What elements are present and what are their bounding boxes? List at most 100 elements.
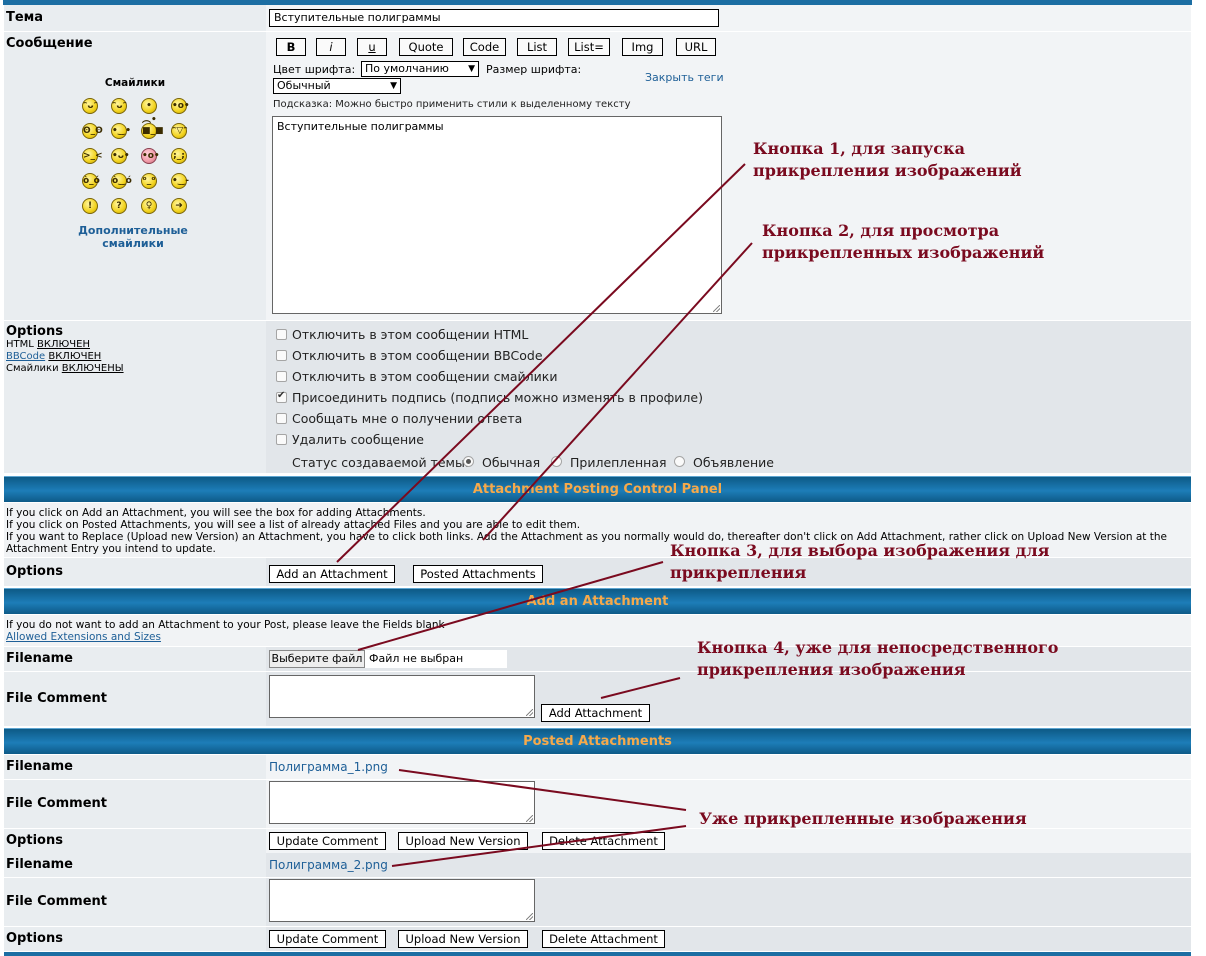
- attach-info-line: If you click on Posted Attachments, you …: [6, 519, 581, 531]
- add-comment-textarea[interactable]: [269, 675, 535, 718]
- update-comment-button[interactable]: Update Comment: [269, 930, 386, 948]
- confused-icon[interactable]: ʘ_ʘ: [82, 123, 103, 139]
- bottom-bar: [4, 952, 1191, 956]
- mad-icon[interactable]: >_<: [82, 148, 103, 164]
- bbcode-status: BBCode ВКЛЮЧЕН: [6, 351, 266, 363]
- code-button[interactable]: Code: [463, 38, 506, 56]
- bold-button[interactable]: B: [276, 38, 306, 56]
- url-button[interactable]: URL: [676, 38, 716, 56]
- chevron-down-icon: ▼: [468, 64, 475, 74]
- tongue-icon[interactable]: •ᴗ•: [111, 148, 130, 164]
- delete-attachment-button[interactable]: Delete Attachment: [542, 930, 665, 948]
- posted-comment-label: File Comment: [4, 878, 266, 926]
- subject-input[interactable]: Вступительные полиграммы: [269, 9, 719, 27]
- annotation-2: Кнопка 2, для просмотра прикрепленных из…: [762, 220, 1044, 264]
- posted-options-row: Options Update Comment Upload New Versio…: [4, 829, 1191, 853]
- smilies-status-name: Смайлики: [6, 363, 59, 374]
- question-icon[interactable]: ?: [111, 198, 127, 214]
- resize-grip-icon[interactable]: [526, 815, 533, 822]
- smilies-title: Смайлики: [104, 77, 166, 89]
- add-attachment-toggle-button[interactable]: Add an Attachment: [269, 565, 395, 583]
- arrow-icon[interactable]: ➜: [171, 198, 187, 214]
- annotation-1-line: прикрепления изображений: [753, 161, 1022, 180]
- posted-options-label: Options: [4, 829, 266, 853]
- evil-icon[interactable]: ò_ó: [82, 173, 100, 189]
- message-textarea[interactable]: Вступительные полиграммы: [272, 116, 722, 314]
- delete-post-checkbox[interactable]: [276, 434, 287, 445]
- embarrassed-icon[interactable]: •o•: [141, 148, 160, 164]
- smile-icon[interactable]: ᵔᴗᵔ: [111, 98, 127, 114]
- cool-icon[interactable]: ■_■: [141, 123, 164, 139]
- posted-attachments-toggle-button[interactable]: Posted Attachments: [413, 565, 543, 583]
- notify-reply-checkbox[interactable]: [276, 413, 287, 424]
- crying-icon[interactable]: ;_;: [171, 148, 187, 164]
- close-tags-link[interactable]: Закрыть теги: [645, 71, 724, 84]
- posted-attachments-header: Posted Attachments: [4, 728, 1191, 754]
- laugh-icon[interactable]: ᵔ▽ᵔ: [171, 123, 188, 139]
- disable-smilies-checkbox[interactable]: [276, 371, 287, 382]
- upload-new-version-button[interactable]: Upload New Version: [398, 930, 528, 948]
- annotation-3: Кнопка 3, для выбора изображения для при…: [670, 540, 1049, 584]
- resize-grip-icon[interactable]: [526, 709, 533, 716]
- status-announcement-radio[interactable]: [674, 456, 685, 467]
- posted-options-cell: Update Comment Upload New Version Delete…: [266, 829, 1191, 853]
- posted-filename-link[interactable]: Полиграмма_2.png: [269, 858, 388, 872]
- shocked-icon[interactable]: •o•: [171, 98, 190, 114]
- posted-comment-cell: [266, 878, 1191, 926]
- list-button[interactable]: List: [517, 38, 557, 56]
- update-comment-button[interactable]: Update Comment: [269, 832, 386, 850]
- disable-html-label: Отключить в этом сообщении HTML: [292, 327, 529, 342]
- add-attachment-submit-button[interactable]: Add Attachment: [541, 704, 650, 722]
- more-smilies-link[interactable]: Дополнительные смайлики: [74, 224, 192, 250]
- status-sticky-radio[interactable]: [551, 456, 562, 467]
- annotation-2-line: прикрепленных изображений: [762, 243, 1045, 262]
- posted-comment-textarea[interactable]: [269, 781, 535, 824]
- attach-signature-label: Присоединить подпись (подпись можно изме…: [292, 390, 703, 405]
- posted-filename-link[interactable]: Полиграмма_1.png: [269, 760, 388, 774]
- bbcode-link[interactable]: BBCode: [6, 351, 45, 362]
- font-color-value: По умолчанию: [365, 62, 449, 75]
- annotation-3-line: Кнопка 3, для выбора изображения для: [670, 541, 1050, 560]
- rolleyes-icon[interactable]: ᵒ_ᵒ: [141, 173, 157, 189]
- font-size-select[interactable]: Обычный ▼: [273, 78, 401, 94]
- ordered-list-button[interactable]: List=: [568, 38, 610, 56]
- posted-options-label: Options: [4, 927, 266, 951]
- message-text: Вступительные полиграммы: [277, 120, 444, 133]
- smile-icon[interactable]: ᵔᴗᵔ: [82, 98, 98, 114]
- delete-attachment-button[interactable]: Delete Attachment: [542, 832, 665, 850]
- no-file-text: Файл не выбран: [369, 652, 464, 665]
- font-color-label: Цвет шрифта:: [273, 63, 356, 76]
- resize-grip-icon[interactable]: [526, 913, 533, 920]
- annotation-5: Уже прикрепленные изображения: [699, 809, 1027, 828]
- exclaim-icon[interactable]: !: [82, 198, 98, 214]
- twisted-icon[interactable]: ò‿ó: [111, 173, 132, 189]
- wink-icon[interactable]: •‿-: [171, 173, 189, 189]
- smilies-status-state: ВКЛЮЧЕНЫ: [61, 363, 124, 374]
- resize-grip-icon[interactable]: [713, 305, 720, 312]
- annotation-1: Кнопка 1, для запуска прикрепления изобр…: [753, 138, 1022, 182]
- posted-comment-textarea[interactable]: [269, 879, 535, 922]
- file-picker: Выберите файл Файл не выбран: [269, 650, 507, 668]
- posted-filename-cell: Полиграмма_1.png: [266, 755, 1191, 779]
- attach-signature-checkbox[interactable]: [276, 390, 287, 403]
- disable-html-checkbox[interactable]: [276, 329, 287, 340]
- idea-icon[interactable]: ♀: [141, 198, 157, 214]
- upload-new-version-button[interactable]: Upload New Version: [398, 832, 528, 850]
- status-normal-label: Обычная: [482, 455, 541, 470]
- neutral-icon[interactable]: •‿•: [111, 123, 131, 139]
- posted-options-cell: Update Comment Upload New Version Delete…: [266, 927, 1191, 951]
- italic-button[interactable]: i: [316, 38, 346, 56]
- options-cell: Отключить в этом сообщении HTML Отключит…: [266, 321, 1191, 473]
- chevron-down-icon: ▼: [390, 81, 397, 91]
- status-sticky-label: Прилепленная: [570, 455, 667, 470]
- image-button[interactable]: Img: [622, 38, 663, 56]
- add-attachment-note: If you do not want to add an Attachment …: [6, 619, 445, 631]
- sad-icon[interactable]: •︵•: [141, 98, 157, 125]
- notify-reply-label: Сообщать мне о получении ответа: [292, 411, 523, 426]
- quote-button[interactable]: Quote: [399, 38, 453, 56]
- font-color-select[interactable]: По умолчанию ▼: [361, 61, 479, 77]
- disable-bbcode-checkbox[interactable]: [276, 350, 287, 361]
- underline-button[interactable]: u: [357, 38, 387, 56]
- status-normal-radio[interactable]: [463, 456, 474, 467]
- choose-file-button[interactable]: Выберите файл: [269, 650, 365, 668]
